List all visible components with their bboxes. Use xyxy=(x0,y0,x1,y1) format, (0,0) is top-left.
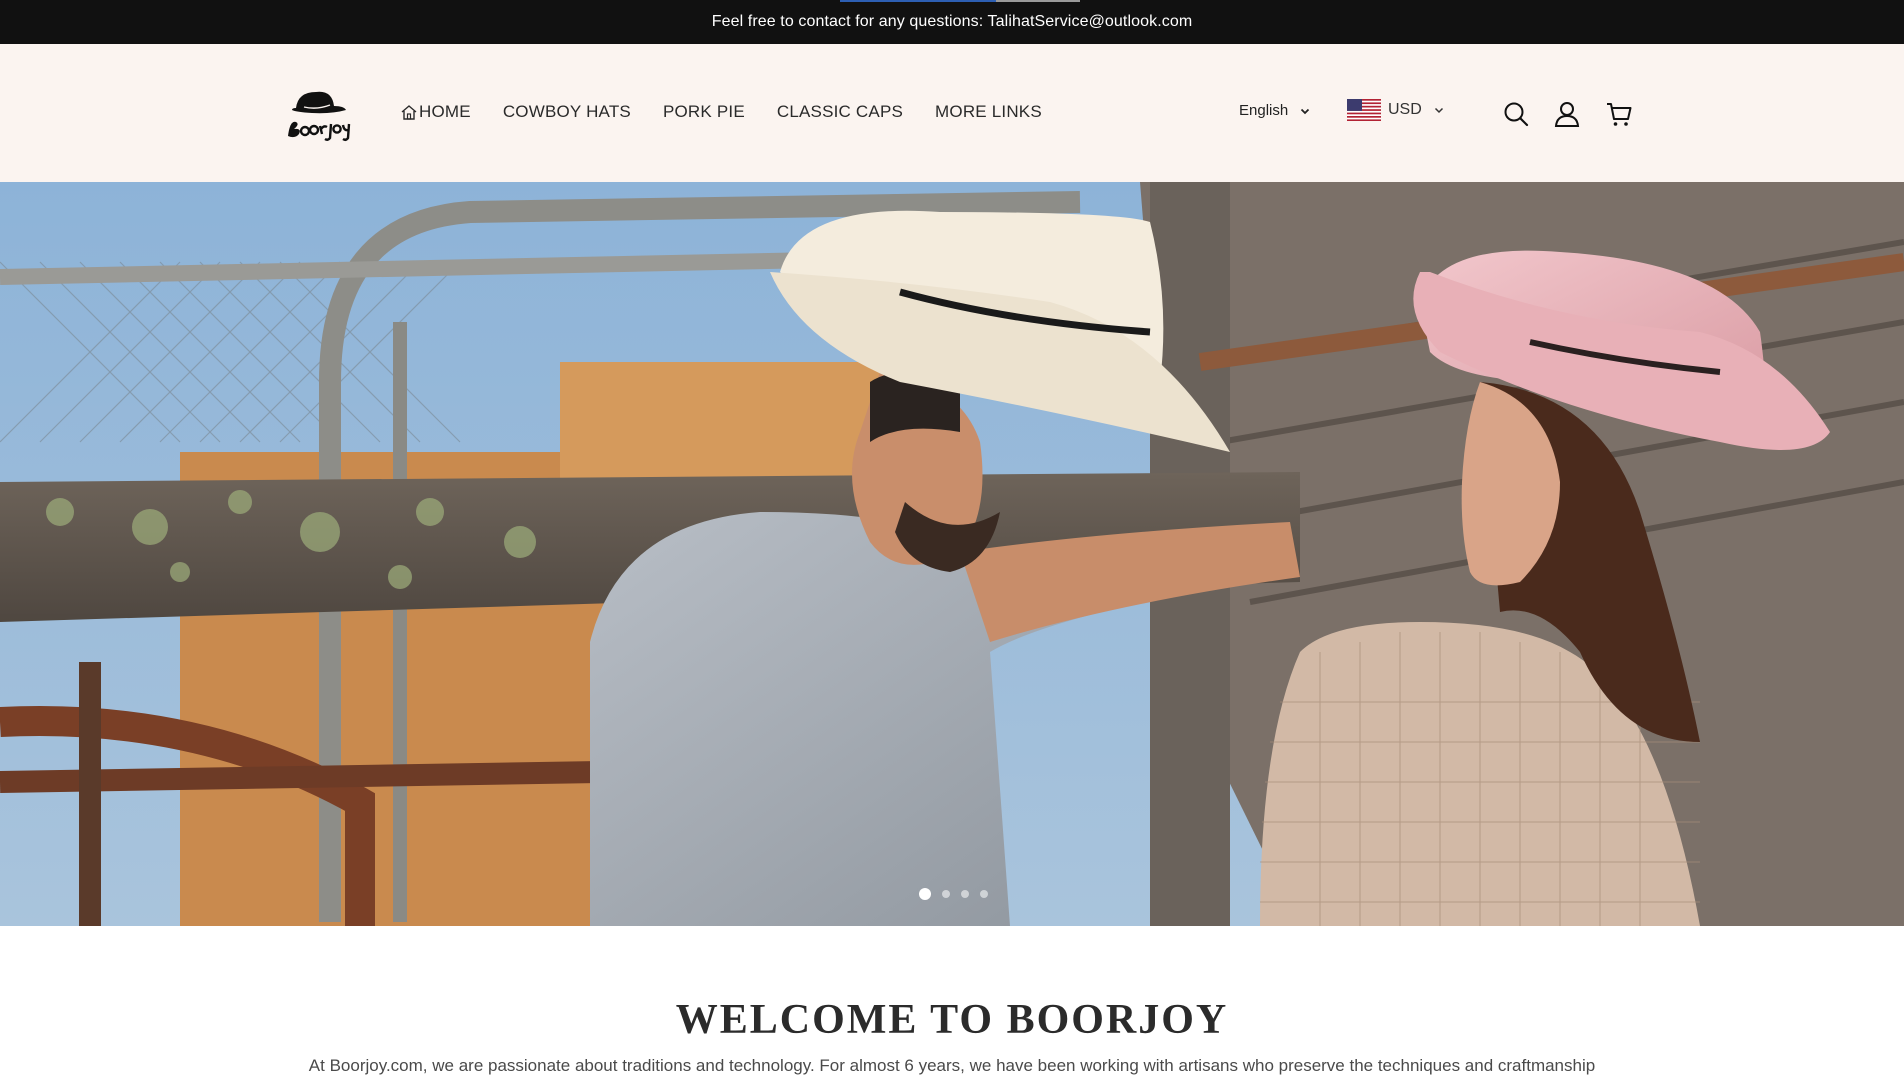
nav-more-links-label: MORE LINKS xyxy=(935,102,1042,121)
nav-home-label: HOME xyxy=(419,102,471,121)
language-selector[interactable]: English xyxy=(1239,102,1310,119)
carousel-dots xyxy=(919,888,999,900)
announcement-text: Feel free to contact for any questions: … xyxy=(711,13,1193,30)
home-icon xyxy=(401,105,417,120)
language-label: English xyxy=(1239,102,1289,119)
nav-more-links[interactable]: MORE LINKS xyxy=(935,102,1042,122)
us-flag-icon xyxy=(1347,99,1381,121)
hero-banner[interactable] xyxy=(0,182,1904,926)
chevron-down-icon xyxy=(1301,108,1310,114)
announcement-progress xyxy=(840,0,1080,2)
welcome-title: WELCOME TO BOORJOY xyxy=(675,997,1229,1043)
account-button[interactable] xyxy=(1553,100,1581,128)
hero-image xyxy=(0,182,1904,926)
nav-pork-pie[interactable]: PORK PIE xyxy=(663,102,745,122)
welcome-text: At Boorjoy.com, we are passionate about … xyxy=(308,1056,1596,1075)
nav-pork-pie-label: PORK PIE xyxy=(662,102,745,121)
cart-button[interactable] xyxy=(1605,100,1633,128)
carousel-dot-4[interactable] xyxy=(980,890,988,898)
carousel-dot-1[interactable] xyxy=(919,888,931,900)
chevron-down-icon xyxy=(1434,107,1443,114)
nav-cowboy-hats-label: COWBOY HATS xyxy=(502,102,631,121)
announcement-progress-fill xyxy=(840,0,996,2)
nav-cowboy-hats[interactable]: COWBOY HATS xyxy=(503,102,631,122)
cart-icon xyxy=(1607,103,1632,126)
site-logo[interactable] xyxy=(282,86,354,142)
nav-home[interactable]: HOME xyxy=(400,102,471,122)
site-header: HOME COWBOY HATS PORK PIE CLASSIC CAPS M… xyxy=(0,44,1904,182)
currency-label: USD xyxy=(1388,101,1422,118)
announcement-bar: Feel free to contact for any questions: … xyxy=(0,0,1904,44)
search-button[interactable] xyxy=(1502,100,1530,128)
logo-hat-icon xyxy=(288,91,351,141)
nav-classic-caps[interactable]: CLASSIC CAPS xyxy=(777,102,903,122)
search-icon xyxy=(1504,102,1529,127)
account-icon xyxy=(1554,102,1580,127)
nav-classic-caps-label: CLASSIC CAPS xyxy=(776,102,904,121)
currency-selector[interactable]: USD xyxy=(1347,99,1444,121)
carousel-dot-3[interactable] xyxy=(961,890,969,898)
carousel-dot-2[interactable] xyxy=(942,890,950,898)
main-nav: HOME COWBOY HATS PORK PIE CLASSIC CAPS M… xyxy=(400,102,1074,122)
